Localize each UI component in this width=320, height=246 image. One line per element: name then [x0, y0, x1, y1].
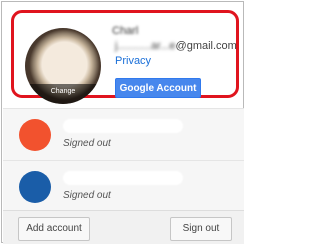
account-avatar: [19, 171, 51, 203]
active-account-panel: Change Charl j...........ar...e@gmail.co…: [11, 10, 239, 104]
change-photo-overlay[interactable]: Change: [25, 84, 101, 104]
account-email: j...........ar...e@gmail.com: [115, 40, 237, 52]
account-name-redacted: [63, 171, 183, 185]
sign-out-button[interactable]: Sign out: [170, 217, 232, 241]
email-prefix: j...........ar...e: [115, 40, 176, 52]
privacy-link[interactable]: Privacy: [115, 55, 151, 67]
google-account-button[interactable]: Google Account: [115, 78, 201, 98]
account-name: Charl: [112, 25, 139, 37]
other-accounts-list: Signed out Signed out: [3, 108, 244, 212]
account-status: Signed out: [63, 138, 111, 149]
account-avatar: [19, 119, 51, 151]
add-account-button[interactable]: Add account: [18, 217, 90, 241]
email-domain: @gmail.com: [175, 40, 237, 52]
account-footer: Add account Sign out: [3, 210, 244, 244]
account-row[interactable]: Signed out: [3, 108, 244, 160]
account-switcher-card: Change Charl j...........ar...e@gmail.co…: [1, 1, 244, 244]
account-row[interactable]: Signed out: [3, 160, 244, 212]
account-name-redacted: [63, 119, 183, 133]
profile-avatar[interactable]: Change: [25, 28, 101, 104]
account-status: Signed out: [63, 190, 111, 201]
